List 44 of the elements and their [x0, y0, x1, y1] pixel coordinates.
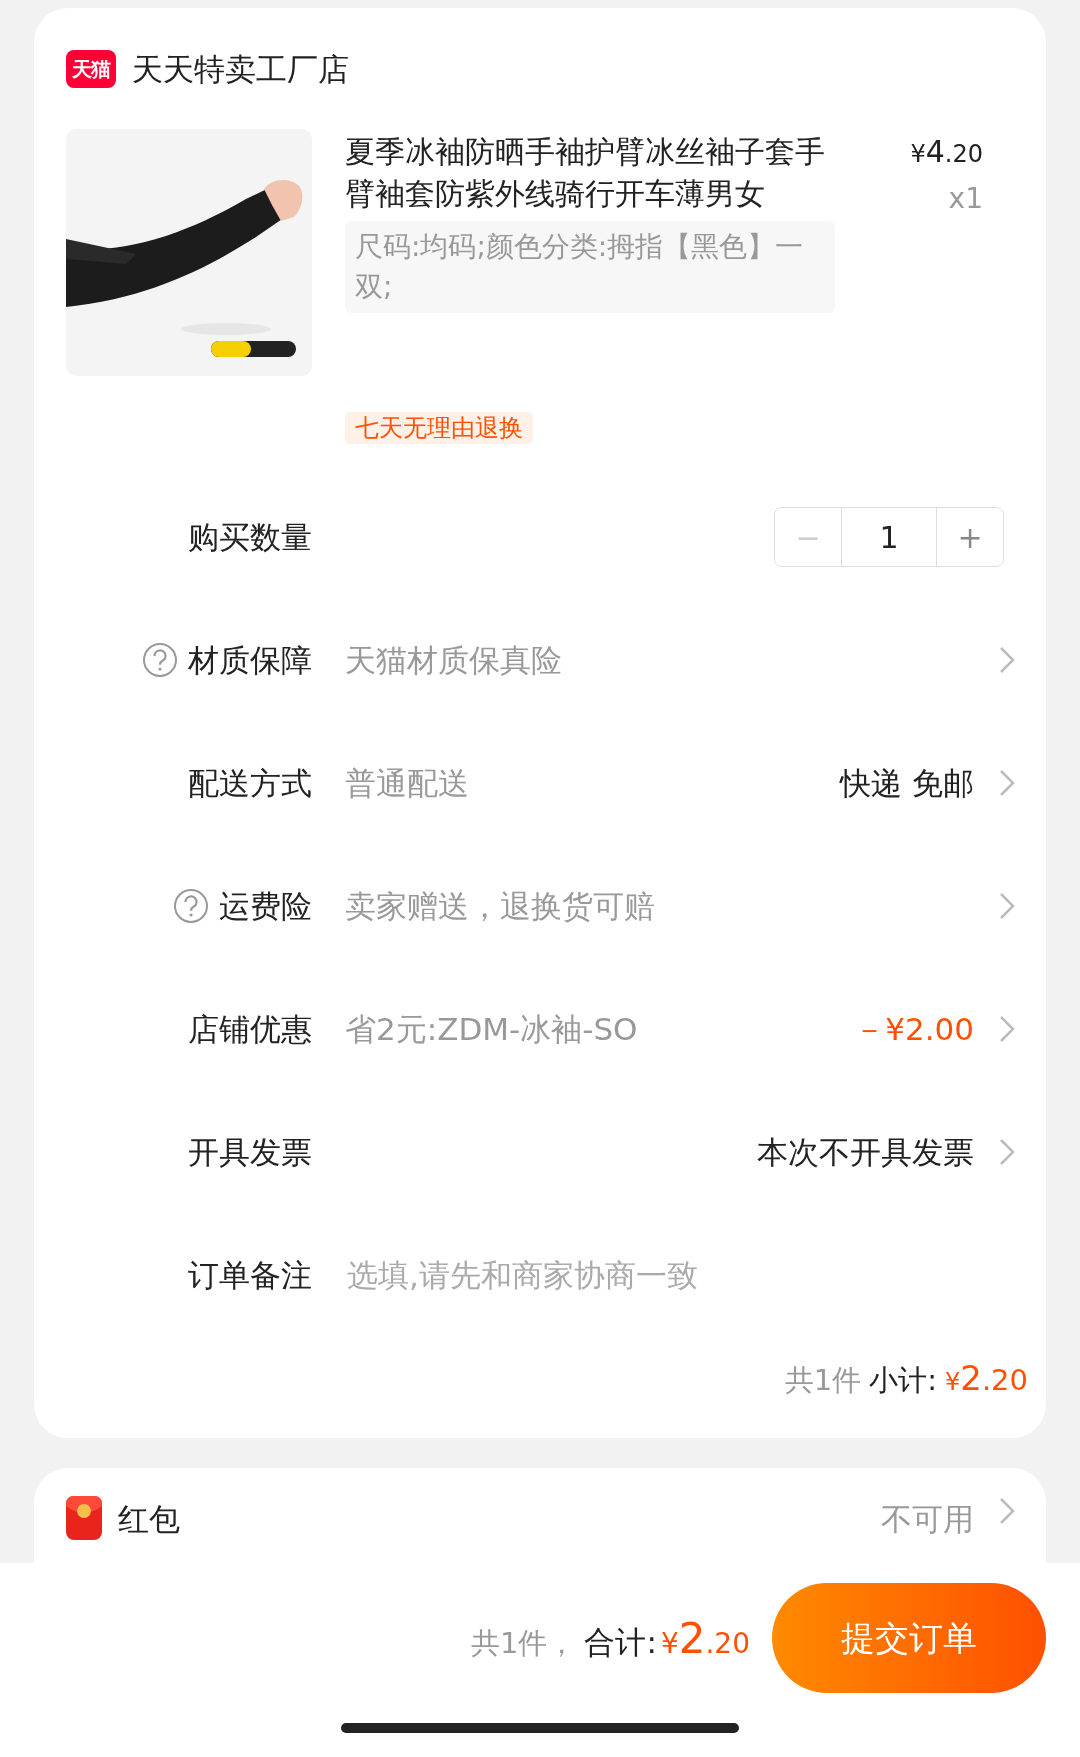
row-value: 省2元:ZDM-冰袖-SO: [345, 1009, 638, 1049]
item-count: 共1件: [784, 1361, 862, 1399]
subtotal-price: ¥2.20: [944, 1356, 1028, 1400]
help-icon[interactable]: [142, 642, 178, 678]
option-row[interactable]: 开具发票 本次不开具发票: [66, 1090, 1016, 1214]
quantity-text: x1: [948, 180, 983, 217]
chevron-icon: [998, 1137, 1016, 1167]
shop-name[interactable]: 天天特卖工厂店: [132, 46, 349, 93]
row-label: 材质保障: [188, 640, 312, 680]
chevron-icon: [998, 891, 1016, 921]
total-price: ¥2.20: [660, 1612, 750, 1665]
envelope-icon: [66, 1495, 102, 1540]
product-spec: 尺码:均码;颜色分类:拇指【黑色】一双;: [345, 220, 835, 313]
quantity-value: 1: [841, 508, 937, 566]
row-label: 运费险: [219, 886, 312, 926]
option-row[interactable]: 店铺优惠 省2元:ZDM-冰袖-SO －¥2.00: [66, 967, 1016, 1091]
chevron-icon: [998, 1495, 1016, 1526]
option-row[interactable]: 运费险 卖家赠送，退换货可赔: [66, 844, 1016, 968]
bonus-status: 不可用: [881, 1499, 974, 1539]
option-row[interactable]: 配送方式 普通配送 快递 免邮: [66, 721, 1016, 845]
row-label: 购买数量: [188, 517, 312, 557]
store-logo: 天猫: [66, 50, 116, 89]
product-title[interactable]: 夏季冰袖防晒手袖护臂冰丝袖子套手臂袖套防紫外线骑行开车薄男女: [345, 130, 835, 215]
total-count: 共1件，: [471, 1624, 577, 1662]
subtotal-label: 小计:: [869, 1361, 937, 1399]
option-row[interactable]: 材质保障 天猫材质保真险: [66, 598, 1016, 722]
help-icon[interactable]: [173, 888, 209, 924]
row-value: 天猫材质保真险: [345, 640, 562, 680]
row-value: 卖家赠送，退换货可赔: [345, 886, 655, 926]
row-label: 配送方式: [188, 763, 312, 803]
row-label: 店铺优惠: [188, 1009, 312, 1049]
product-price: ¥4.20: [910, 132, 983, 171]
chevron-icon: [998, 768, 1016, 798]
row-value: 普通配送: [345, 763, 469, 803]
row-detail: 快递 免邮: [840, 763, 974, 803]
chevron-icon: [998, 645, 1016, 675]
row-detail: －¥2.00: [854, 1009, 974, 1049]
row-label: 订单备注: [188, 1255, 312, 1295]
bonus-label: 红包: [118, 1499, 180, 1539]
return-policy-tag: 七天无理由退换: [345, 411, 533, 444]
total-label: 合计:: [584, 1622, 657, 1662]
row-label: 开具发票: [188, 1132, 312, 1172]
row-detail: 本次不开具发票: [757, 1132, 974, 1172]
chevron-icon: [998, 1014, 1016, 1044]
